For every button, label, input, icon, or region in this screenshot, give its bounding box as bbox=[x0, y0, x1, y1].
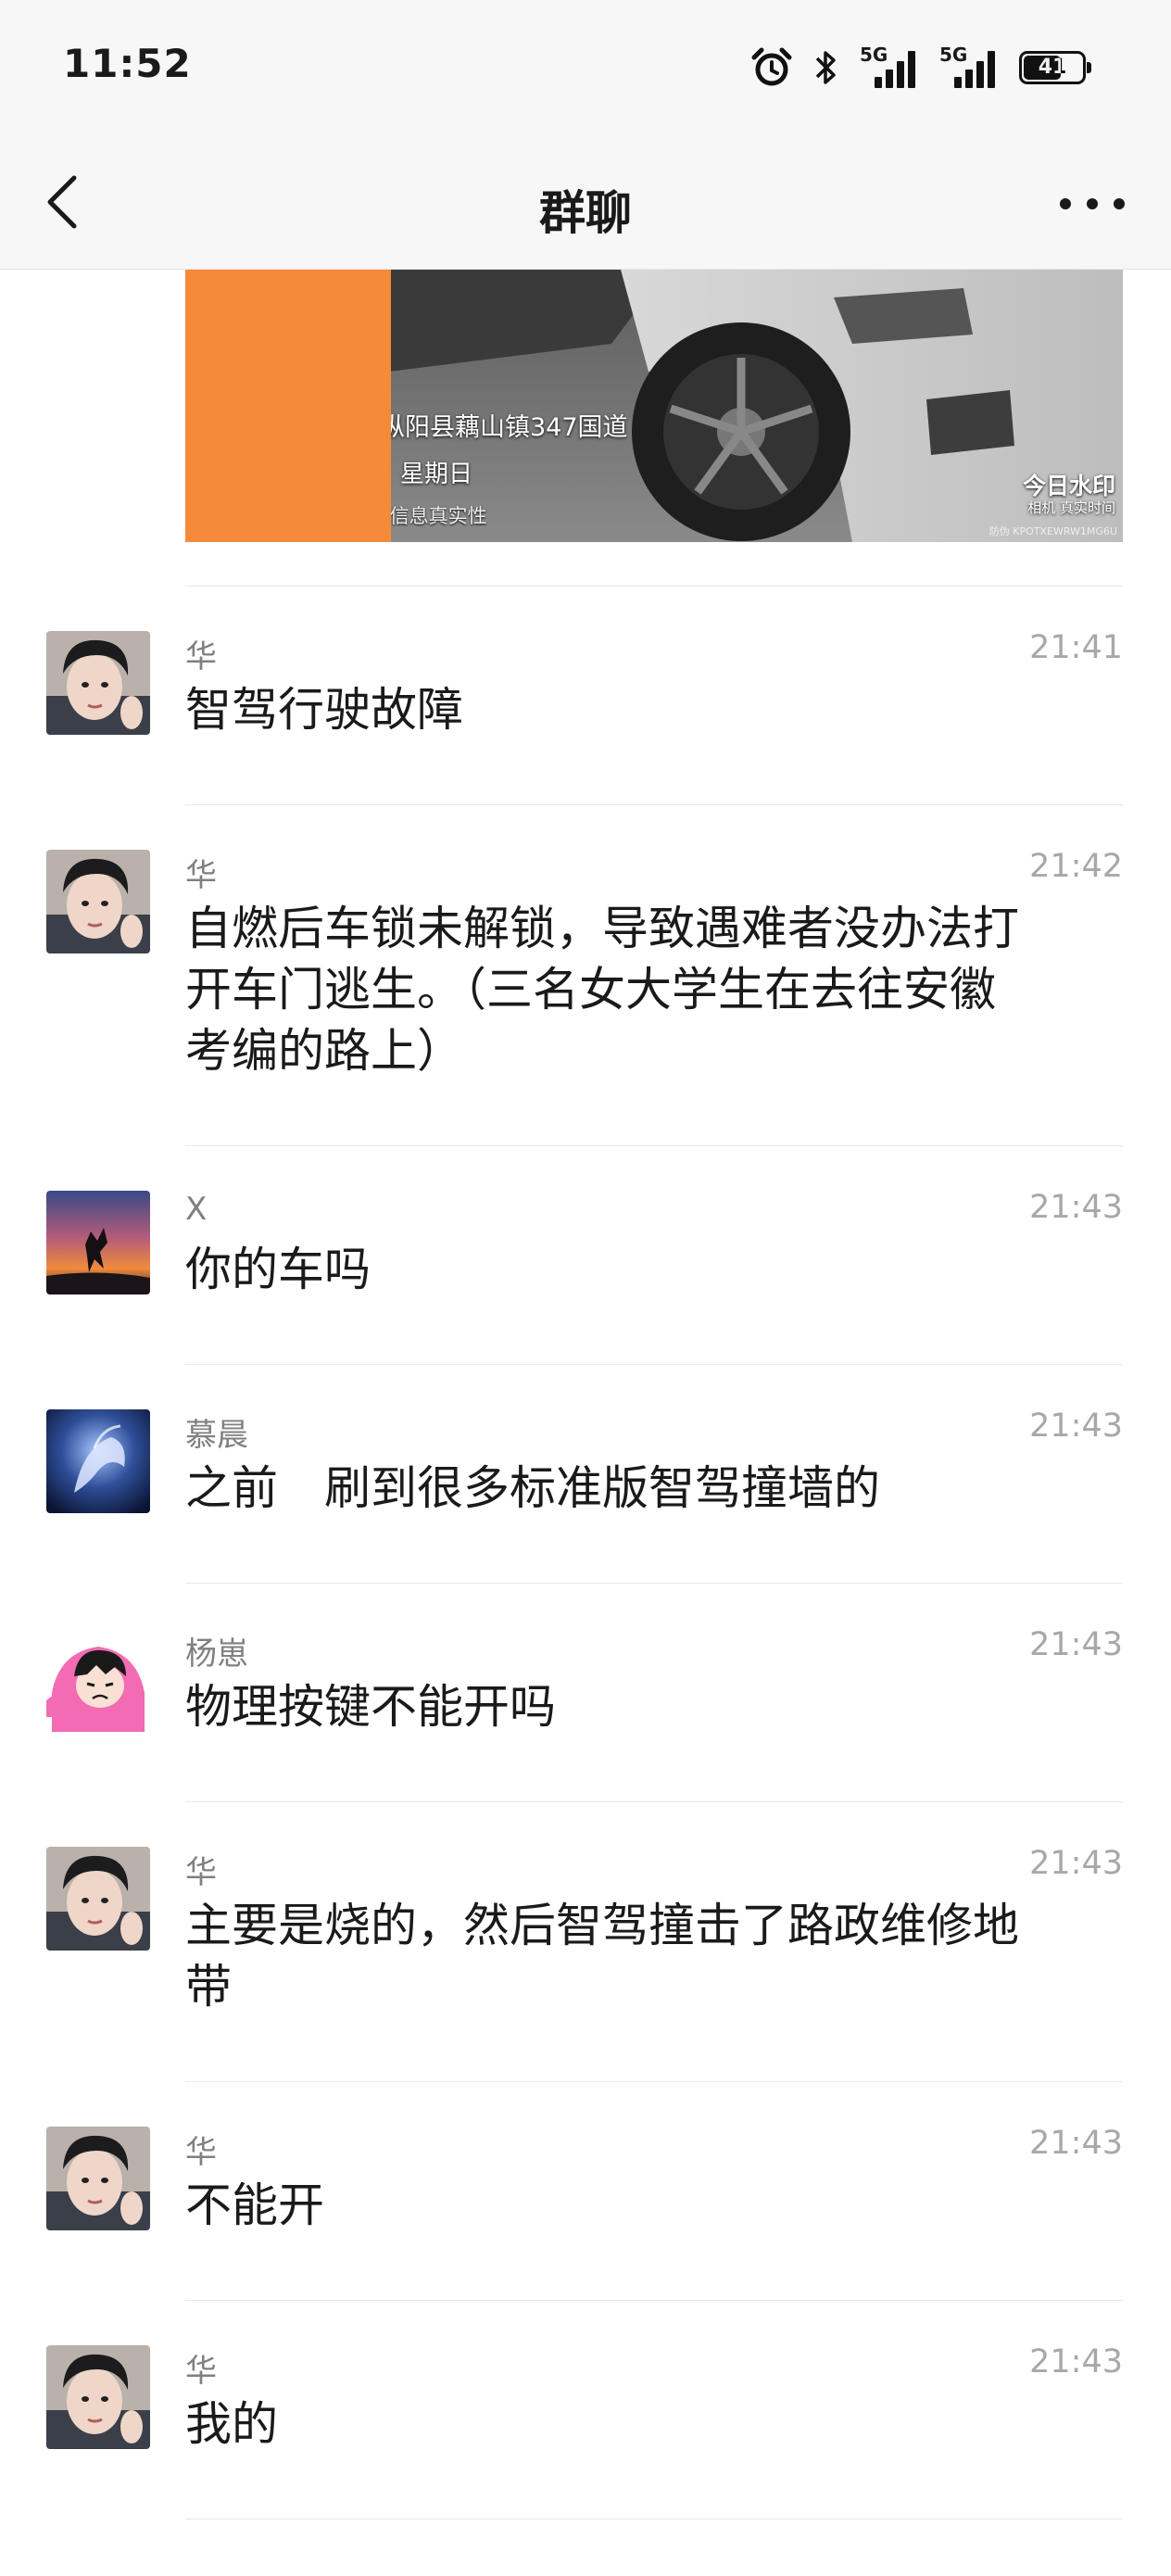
message-text: 物理按键不能开吗 bbox=[185, 1680, 556, 1734]
watermark-logo: 今日水印 相机 真实时间 bbox=[1022, 473, 1115, 516]
status-bar: 11:52 5G 5G 41 bbox=[0, 0, 1171, 139]
watermark-logo-title: 今日水印 bbox=[1022, 473, 1115, 499]
avatar-hua[interactable] bbox=[46, 850, 150, 953]
message-item[interactable]: 华 21:41 智驾行驶故障 bbox=[0, 587, 1171, 737]
nav-bar: 群聊 bbox=[0, 139, 1171, 270]
message-time: 21:43 bbox=[1029, 2125, 1123, 2162]
sender-name: 杨崽 bbox=[185, 1635, 248, 1673]
message-text: 主要是烧的，然后智驾撞击了路政维修地 bbox=[185, 1899, 1019, 1952]
page-title: 群聊 bbox=[539, 186, 632, 240]
message-text: 开车门逃生。（三名女大学生在去往安徽 bbox=[185, 963, 996, 1017]
message-text: 你的车吗 bbox=[185, 1243, 371, 1296]
avatar-muchen[interactable] bbox=[46, 1409, 150, 1513]
sender-name: 华 bbox=[185, 638, 217, 676]
message-time: 21:43 bbox=[1029, 1845, 1123, 1882]
network-label: 5G bbox=[939, 44, 968, 66]
alarm-icon bbox=[751, 47, 792, 86]
image-message[interactable]: 枞阳县藕山镇347国道 星期日 相机 考勤信息真实性 今日水印 相机 真实时间 … bbox=[185, 270, 1123, 542]
network-label: 5G bbox=[860, 44, 888, 66]
message-time: 21:43 bbox=[1029, 2343, 1123, 2380]
message-item[interactable]: 华 21:42 自燃后车锁未解锁，导致遇难者没办法打 开车门逃生。（三名女大学生在去往… bbox=[0, 805, 1171, 1078]
avatar-hua[interactable] bbox=[46, 1847, 150, 1951]
message-text: 考编的路上） bbox=[185, 1024, 463, 1078]
avatar-hua[interactable] bbox=[46, 2345, 150, 2449]
message-text: 之前 刷到很多标准版智驾撞墙的 bbox=[185, 1461, 880, 1515]
sender-name: 华 bbox=[185, 1854, 217, 1891]
avatar-yangzai[interactable] bbox=[46, 1628, 150, 1732]
status-icons: 5G 5G 41 bbox=[750, 44, 1091, 91]
message-item[interactable]: 华 21:43 不能开 bbox=[0, 2082, 1171, 2232]
more-dots-icon[interactable] bbox=[1060, 185, 1125, 222]
message-item[interactable]: X 21:43 你的车吗 bbox=[0, 1146, 1171, 1296]
message-text: 智驾行驶故障 bbox=[185, 683, 463, 737]
watermark-day: 星期日 bbox=[400, 461, 473, 488]
sender-name: 华 bbox=[185, 2353, 217, 2390]
message-text: 不能开 bbox=[185, 2178, 324, 2232]
avatar-x[interactable] bbox=[46, 1191, 150, 1294]
sender-name: 华 bbox=[185, 857, 217, 894]
redaction-overlay bbox=[185, 270, 391, 542]
message-time: 21:42 bbox=[1029, 848, 1123, 885]
sender-name: 慕晨 bbox=[185, 1417, 248, 1454]
watermark-code: 防伪 KPOTXEWRW1MG6U bbox=[988, 525, 1117, 537]
status-time: 11:52 bbox=[63, 41, 192, 86]
message-item[interactable]: 华 21:43 主要是烧的，然后智驾撞击了路政维修地带 bbox=[0, 1802, 1171, 2014]
sender-name: 华 bbox=[185, 2134, 217, 2171]
sender-name: X bbox=[185, 1191, 208, 1228]
avatar-hua[interactable] bbox=[46, 631, 150, 735]
message-text: 我的 bbox=[185, 2397, 278, 2451]
battery-level: 41 bbox=[1038, 56, 1067, 79]
watermark-address: 枞阳县藕山镇347国道 bbox=[380, 413, 628, 442]
signal-icon: 5G bbox=[860, 44, 919, 88]
signal-icon: 5G bbox=[939, 44, 999, 88]
avatar-hua[interactable] bbox=[46, 2127, 150, 2230]
message-time: 21:41 bbox=[1029, 629, 1123, 666]
message-item[interactable]: 慕晨 21:43 之前 刷到很多标准版智驾撞墙的 bbox=[0, 1365, 1171, 1515]
message-time: 21:43 bbox=[1029, 1408, 1123, 1445]
battery-icon: 41 bbox=[1019, 51, 1091, 84]
message-time: 21:43 bbox=[1029, 1626, 1123, 1663]
bluetooth-icon bbox=[815, 51, 836, 84]
message-text: 带 bbox=[185, 1960, 232, 2014]
message-text: 自燃后车锁未解锁，导致遇难者没办法打 bbox=[185, 902, 1019, 955]
message-item[interactable]: 华 21:43 我的 bbox=[0, 2301, 1171, 2451]
message-time: 21:43 bbox=[1029, 1189, 1123, 1226]
message-item[interactable]: 杨崽 21:43 物理按键不能开吗 bbox=[0, 1584, 1171, 1734]
watermark-logo-subtitle: 相机 真实时间 bbox=[1027, 499, 1115, 516]
